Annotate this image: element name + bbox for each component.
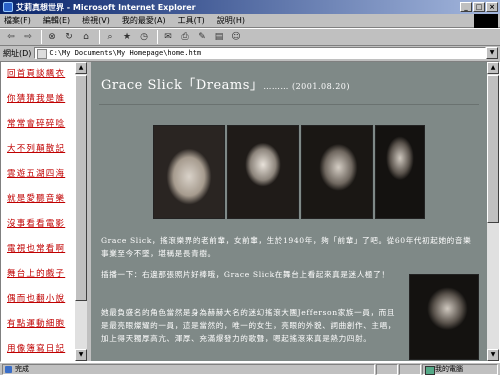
menu-file[interactable]: 檔案(F) (4, 15, 31, 26)
minimize-button[interactable]: _ (460, 2, 472, 12)
refresh-icon[interactable]: ↻ (62, 30, 76, 44)
photo-strip (153, 125, 425, 219)
address-bar: 網址(D) C:\My Documents\My Homepage\home.h… (0, 46, 500, 60)
article-paragraph-2: 插播一下：右邊那張照片好棒哦，Grace Slick在舞台上看起來真是迷人極了！ (101, 270, 390, 279)
nav-link-photo-diary[interactable]: 用像簿寫日記 (1, 343, 77, 361)
article-date: ……… (2001.08.20) (263, 82, 351, 91)
address-input[interactable]: C:\My Documents\My Homepage\home.htm (34, 47, 486, 59)
status-cell (376, 363, 398, 375)
messenger-icon[interactable]: ☺ (229, 30, 243, 44)
photo-portrait-1 (153, 125, 225, 219)
nav-link-home[interactable]: 回首頁談飆衣 (1, 68, 77, 93)
forward-icon[interactable]: ⇨ (21, 30, 35, 44)
photo-portrait-2 (227, 125, 299, 219)
title-bar: 艾莉真想世界 - Microsoft Internet Explorer _ □… (0, 0, 500, 14)
article-title: Grace Slick「Dreams」……… (2001.08.20) (101, 74, 350, 93)
photo-stage (409, 274, 479, 360)
menu-view[interactable]: 檢視(V) (82, 15, 110, 26)
menu-edit[interactable]: 編輯(E) (43, 15, 70, 26)
search-icon[interactable]: ⌕ (103, 30, 117, 44)
discuss-icon[interactable]: ▤ (212, 30, 226, 44)
browser-viewport: 回首頁談飆衣 你猜猜我是誰 常常會碎碎唸 大不列顛散記 雲遊五湖四海 就是愛聽音… (0, 61, 500, 362)
scroll-up-button[interactable]: ▲ (75, 62, 87, 74)
toolbar-separator (99, 30, 100, 44)
nav-link-tv[interactable]: 電視也常看啊 (1, 243, 77, 268)
close-button[interactable]: × (486, 2, 498, 12)
status-bar: 完成 我的電腦 (0, 362, 500, 375)
address-dropdown-button[interactable]: ▼ (486, 47, 498, 59)
nav-link-novels[interactable]: 偶而也翻小說 (1, 293, 77, 318)
stop-icon[interactable]: ⊗ (45, 30, 59, 44)
menu-tools[interactable]: 工具(T) (178, 15, 205, 26)
windows-logo (474, 14, 498, 28)
scroll-thumb[interactable] (75, 75, 87, 301)
article: Grace Slick「Dreams」……… (2001.08.20) Grac… (91, 62, 487, 361)
print-icon[interactable]: ⎙ (178, 30, 192, 44)
history-icon[interactable]: ◷ (137, 30, 151, 44)
nav-link-music[interactable]: 就是愛聽音樂 (1, 193, 77, 218)
status-zone: 我的電腦 (422, 363, 498, 375)
photo-portrait-3 (301, 125, 373, 219)
photo-portrait-4 (375, 125, 425, 219)
status-cell (399, 363, 421, 375)
nav-link-stage[interactable]: 舞台上的戲子 (1, 268, 77, 293)
nav-link-britain[interactable]: 大不列顛散記 (1, 143, 77, 168)
scroll-down-button[interactable]: ▼ (75, 349, 87, 361)
address-label: 網址(D) (3, 48, 32, 58)
toolbar: ⇦ ⇨ ⊗ ↻ ⌂ ⌕ ★ ◷ ✉ ⎙ ✎ ▤ ☺ (0, 28, 500, 46)
article-title-text: Grace Slick「Dreams」 (101, 78, 264, 93)
back-icon[interactable]: ⇦ (4, 30, 18, 44)
nav-link-about[interactable]: 你猜猜我是誰 (1, 93, 77, 118)
menu-favorites[interactable]: 我的最愛(A) (122, 15, 166, 26)
toolbar-separator (157, 30, 158, 44)
scroll-up-button[interactable]: ▲ (487, 62, 499, 74)
content-scrollbar[interactable]: ▲ ▼ (487, 62, 499, 361)
ie-icon (3, 2, 13, 12)
mail-icon[interactable]: ✉ (161, 30, 175, 44)
scroll-down-button[interactable]: ▼ (487, 349, 499, 361)
toolbar-separator (41, 30, 42, 44)
article-paragraph-1: Grace Slick，搖滾樂界的老前輩，女前輩，生於1940年，夠「前輩」了吧… (101, 236, 472, 258)
nav-frame: 回首頁談飆衣 你猜猜我是誰 常常會碎碎唸 大不列顛散記 雲遊五湖四海 就是愛聽音… (1, 62, 89, 361)
nav-links: 回首頁談飆衣 你猜猜我是誰 常常會碎碎唸 大不列顛散記 雲遊五湖四海 就是愛聽音… (1, 62, 77, 361)
nav-scrollbar[interactable]: ▲ ▼ (75, 62, 87, 361)
divider (99, 104, 479, 105)
favorites-icon[interactable]: ★ (120, 30, 134, 44)
scroll-thumb[interactable] (487, 75, 499, 223)
window-title: 艾莉真想世界 - Microsoft Internet Explorer (16, 2, 196, 12)
nav-link-travel[interactable]: 雲遊五湖四海 (1, 168, 77, 193)
content-frame: Grace Slick「Dreams」……… (2001.08.20) Grac… (91, 62, 499, 361)
article-paragraph-3: 她最負盛名的角色當然是身為赫赫大名的迷幻搖滾大團Jefferson家族一員，而且… (101, 308, 396, 343)
nav-link-movies[interactable]: 沒事看看電影 (1, 218, 77, 243)
menu-help[interactable]: 說明(H) (217, 15, 245, 26)
nav-link-notes[interactable]: 常常會碎碎唸 (1, 118, 77, 143)
status-text: 完成 (2, 363, 375, 375)
nav-link-sports[interactable]: 有點運動細胞 (1, 318, 77, 343)
home-icon[interactable]: ⌂ (79, 30, 93, 44)
menu-bar: 檔案(F) 編輯(E) 檢視(V) 我的最愛(A) 工具(T) 說明(H) (0, 14, 500, 28)
maximize-button[interactable]: □ (473, 2, 485, 12)
edit-icon[interactable]: ✎ (195, 30, 209, 44)
